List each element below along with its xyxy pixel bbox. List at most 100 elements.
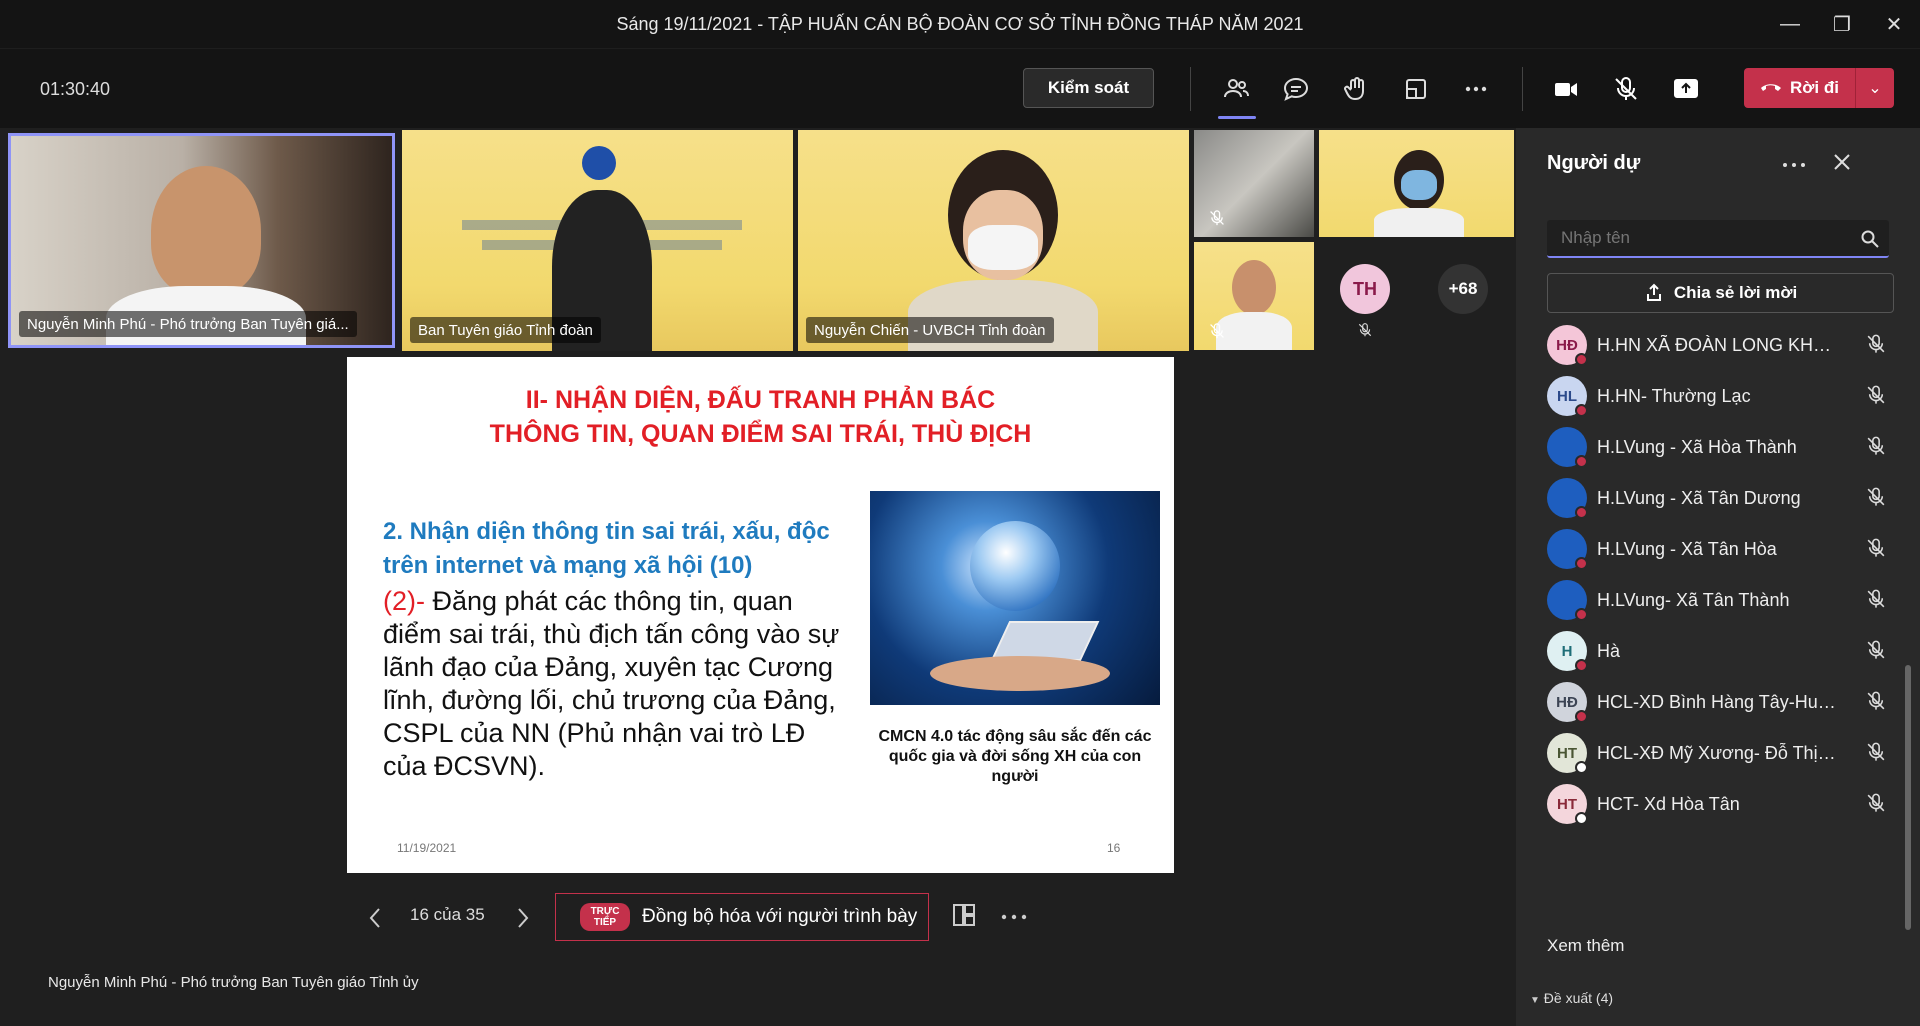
tile-namebar: Ban Tuyên giáo Tỉnh đoàn (410, 317, 601, 343)
mic-off-icon[interactable] (1865, 639, 1887, 661)
tile-name: Nguyễn Minh Phú - Phó trưởng Ban Tuyên g… (27, 315, 349, 333)
presenter-name-label: Nguyễn Minh Phú - Phó trưởng Ban Tuyên g… (48, 974, 419, 991)
tile-namebar: Nguyễn Chiến - UVBCH Tỉnh đoàn (806, 317, 1054, 343)
see-more-link[interactable]: Xem thêm (1547, 936, 1624, 956)
tablet-shape (990, 621, 1100, 661)
title-bar: Sáng 19/11/2021 - TẬP HUẤN CÁN BỘ ĐOÀN C… (0, 0, 1920, 48)
suggested-section-header[interactable]: ▼ Đề xuất (4) (1530, 990, 1613, 1006)
leave-button[interactable]: Rời đi (1744, 68, 1856, 108)
chevron-left-icon (369, 908, 380, 928)
slide-number: 16 (1107, 841, 1121, 855)
panel-scrollbar[interactable] (1905, 665, 1911, 930)
participant-search-input[interactable] (1561, 228, 1851, 248)
raise-hand-icon[interactable] (1337, 71, 1375, 107)
participant-name: H.LVung - Xã Tân Dương (1597, 487, 1801, 508)
avatar (1547, 529, 1588, 570)
participant-row[interactable]: HT HCT- Xd Hòa Tân (1547, 773, 1893, 835)
window-controls: — ❐ ✕ (1764, 0, 1920, 48)
participant-face (1232, 260, 1276, 315)
avatar: HĐ (1547, 682, 1588, 723)
leave-options-chevron-icon[interactable]: ⌄ (1856, 78, 1894, 98)
avatar-initials: HĐ (1556, 693, 1578, 711)
overflow-count: +68 (1438, 264, 1488, 314)
avatar: HĐ (1547, 325, 1588, 366)
participants-icon[interactable] (1217, 71, 1255, 107)
participant-name: H.LVung - Xã Tân Hòa (1597, 538, 1777, 559)
tile-namebar: Nguyễn Minh Phú - Phó trưởng Ban Tuyên g… (19, 311, 357, 337)
participant-list: HĐ H.HN XÃ ĐOÀN LONG KHÁN... HL H.HN- Thườn… (1516, 318, 1906, 870)
more-actions-icon[interactable] (1457, 71, 1495, 107)
control-button[interactable]: Kiểm soát (1023, 68, 1154, 108)
slide-body: (2)- Đăng phát các thông tin, quan điểm … (383, 585, 843, 783)
minimize-button[interactable]: — (1764, 0, 1816, 48)
sync-label: Đồng bộ hóa với người trình bày (642, 906, 918, 927)
layout-toggle-icon[interactable] (951, 902, 981, 932)
slide-page-indicator: 16 của 35 (410, 905, 485, 924)
avatar-initials: HT (1557, 795, 1577, 813)
slide-image-globe-hand (870, 491, 1160, 705)
video-tile-small-2[interactable] (1319, 130, 1514, 237)
presence-dot (1575, 812, 1588, 825)
participant-name: H.LVung- Xã Tân Thành (1597, 589, 1790, 610)
slide-body-text: Đăng phát các thông tin, quan điểm sai t… (383, 586, 840, 781)
live-badge: TRỰC TIẾP (580, 903, 630, 931)
panel-more-icon[interactable] (1781, 156, 1811, 176)
mic-off-icon[interactable] (1865, 384, 1887, 406)
avatar (1547, 478, 1588, 519)
participant-face (151, 166, 261, 296)
mic-off-icon[interactable] (1865, 537, 1887, 559)
share-more-icon[interactable] (1000, 902, 1032, 932)
participant-name: H.HN- Thường Lạc (1597, 385, 1751, 406)
participant-search (1547, 220, 1889, 258)
participant-shirt (1216, 312, 1292, 350)
participant-shirt (1374, 208, 1464, 237)
sync-with-presenter-button[interactable]: TRỰC TIẾP Đồng bộ hóa với người trình bà… (555, 893, 929, 941)
avatar: HT (1547, 784, 1588, 825)
tile-name: Nguyễn Chiến - UVBCH Tỉnh đoàn (814, 321, 1046, 339)
next-slide-button[interactable] (508, 903, 538, 933)
slide-heading-line1: II- NHẬN DIỆN, ĐẤU TRANH PHẢN BÁC (525, 386, 996, 414)
video-tile-ban-tuyen-giao[interactable]: Ban Tuyên giáo Tỉnh đoàn (402, 130, 793, 351)
mic-off-icon[interactable] (1865, 741, 1887, 763)
face-mask (1401, 170, 1437, 200)
participant-name: HCT- Xd Hòa Tân (1597, 793, 1740, 814)
window-title: Sáng 19/11/2021 - TẬP HUẤN CÁN BỘ ĐOÀN C… (616, 13, 1304, 34)
video-tile-presenter[interactable]: Nguyễn Minh Phú - Phó trưởng Ban Tuyên g… (8, 133, 395, 348)
restore-button[interactable]: ❐ (1816, 0, 1868, 48)
share-invite-label: Chia sẻ lời mời (1673, 283, 1798, 302)
mic-off-icon[interactable] (1865, 435, 1887, 457)
hand-shape (930, 656, 1110, 691)
chat-icon[interactable] (1277, 71, 1315, 107)
participant-name: HCL-XD Bình Hàng Tây-Huỳn... (1597, 691, 1837, 712)
mic-off-icon[interactable] (1865, 486, 1887, 508)
meeting-timer: 01:30:40 (40, 79, 111, 99)
prev-slide-button[interactable] (360, 903, 390, 933)
panel-title: Người dự (1547, 152, 1641, 174)
share-screen-icon[interactable] (1667, 71, 1705, 107)
slide-date: 11/19/2021 (397, 841, 457, 855)
search-icon (1861, 230, 1879, 248)
avatar-initials: H (1561, 642, 1573, 660)
participants-panel: Người dự Chia sẻ lời mời HĐ H.HN XÃ ĐOÀN … (1516, 128, 1920, 1026)
camera-icon[interactable] (1547, 71, 1585, 107)
toolbar-divider (1190, 67, 1191, 111)
overflow-participants-button[interactable]: +68 (1416, 242, 1514, 350)
mic-off-icon[interactable] (1865, 690, 1887, 712)
mic-off-icon[interactable] (1607, 71, 1645, 107)
avatar-th-tile[interactable]: TH (1319, 242, 1416, 350)
slide-heading-line2: THÔNG TIN, QUAN ĐIỂM SAI TRÁI, THÙ ĐỊCH (489, 420, 1032, 448)
mic-off-icon[interactable] (1865, 792, 1887, 814)
avatar-initials: HĐ (1556, 336, 1578, 354)
leave-label: Rời đi (1790, 78, 1839, 97)
chevron-down-icon: ▼ (1530, 995, 1540, 1006)
panel-close-icon[interactable] (1832, 152, 1856, 176)
rooms-icon[interactable] (1397, 71, 1435, 107)
mic-off-icon[interactable] (1865, 588, 1887, 610)
video-tile-small-1[interactable] (1194, 130, 1314, 237)
close-window-button[interactable]: ✕ (1868, 0, 1920, 48)
video-tile-small-3[interactable] (1194, 242, 1314, 350)
avatar: HL (1547, 376, 1588, 417)
video-tile-nguyen-chien[interactable]: Nguyễn Chiến - UVBCH Tỉnh đoàn (798, 130, 1189, 351)
share-invite-button[interactable]: Chia sẻ lời mời (1547, 273, 1894, 313)
mic-off-icon[interactable] (1865, 333, 1887, 355)
